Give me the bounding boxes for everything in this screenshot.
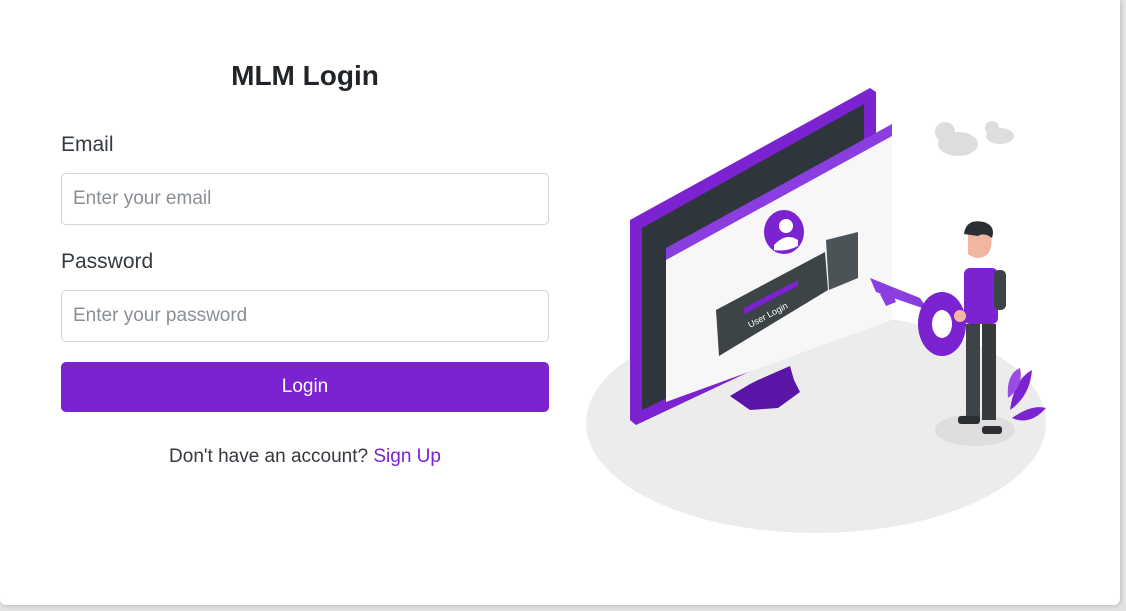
user-login-illustration: User Login — [586, 88, 1046, 533]
password-input[interactable] — [61, 290, 549, 342]
login-card: MLM Login Email Password Login Don't hav… — [0, 0, 1120, 605]
signup-row: Don't have an account? Sign Up — [61, 446, 549, 468]
signup-prompt: Don't have an account? — [169, 446, 369, 467]
page-title: MLM Login — [231, 60, 379, 91]
email-label: Email — [61, 133, 114, 156]
login-button[interactable]: Login — [61, 362, 549, 412]
user-avatar-icon — [764, 210, 804, 254]
cloud-icon — [935, 121, 1014, 156]
email-input[interactable] — [61, 173, 549, 225]
signup-link[interactable]: Sign Up — [373, 446, 441, 467]
password-label: Password — [61, 250, 154, 273]
